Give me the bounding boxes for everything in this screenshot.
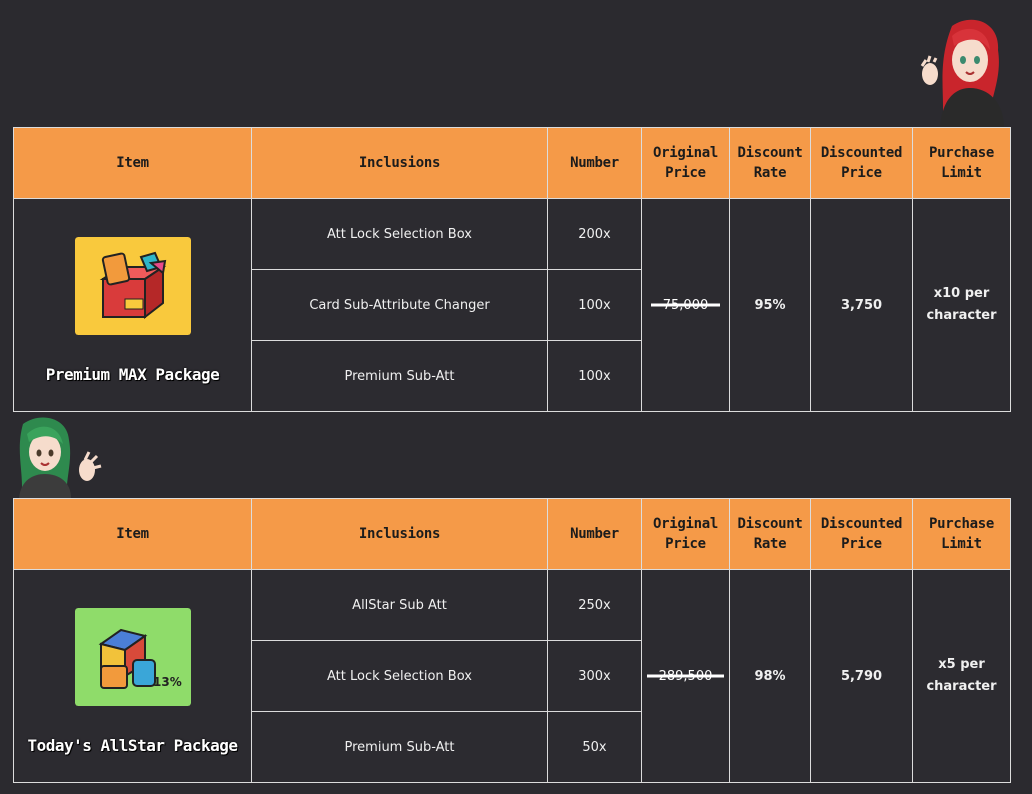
original-price-cell: 75,000 xyxy=(641,198,730,412)
header-original-price: Original Price xyxy=(641,127,730,199)
inclusion-name: Premium Sub-Att xyxy=(251,711,548,783)
allstar-package-table: Item Inclusions Number Original Price Dis… xyxy=(13,498,1011,783)
discount-rate-cell: 98% xyxy=(729,569,811,783)
inclusion-name: Att Lock Selection Box xyxy=(251,198,548,270)
discounted-price-cell: 3,750 xyxy=(810,198,913,412)
header-number: Number xyxy=(547,498,642,570)
original-price-cell: 289,500 xyxy=(641,569,730,783)
inclusion-number: 100x xyxy=(547,340,642,412)
header-number: Number xyxy=(547,127,642,199)
red-hair-mascot-image xyxy=(920,19,1004,128)
table-header-row: Item Inclusions Number Original Price Dis… xyxy=(13,127,1011,199)
inclusion-number: 100x xyxy=(547,269,642,341)
premium-max-package-table: Item Inclusions Number Original Price Dis… xyxy=(13,127,1011,412)
discount-rate-cell: 95% xyxy=(729,198,811,412)
package-name: Premium MAX Package xyxy=(45,364,220,384)
header-inclusions: Inclusions xyxy=(251,127,548,199)
header-discounted-price: Discounted Price xyxy=(810,127,913,199)
inclusion-number: 200x xyxy=(547,198,642,270)
svg-text:13%: 13% xyxy=(153,675,182,689)
header-original-price: Original Price xyxy=(641,498,730,570)
purchase-limit-cell: x5 per character xyxy=(912,569,1011,783)
allstar-package-icon: 13% xyxy=(74,607,191,706)
table-header-row: Item Inclusions Number Original Price Dis… xyxy=(13,498,1011,570)
package-item-cell: Premium MAX Package xyxy=(13,198,252,412)
inclusion-number: 300x xyxy=(547,640,642,712)
package-name: Today's AllStar Package xyxy=(27,735,238,755)
table-row: Premium MAX Package Att Lock Selection B… xyxy=(13,198,1011,412)
inclusion-name: Att Lock Selection Box xyxy=(251,640,548,712)
header-item: Item xyxy=(13,498,252,570)
table-row: 13% Today's AllStar Package AllStar Sub … xyxy=(13,569,1011,783)
inclusion-name: AllStar Sub Att xyxy=(251,569,548,641)
original-price-strikethrough: 289,500 xyxy=(658,668,713,684)
header-inclusions: Inclusions xyxy=(251,498,548,570)
header-discount-rate: Discount Rate xyxy=(729,498,811,570)
max-package-icon xyxy=(74,236,191,335)
inclusion-name: Card Sub-Attribute Changer xyxy=(251,269,548,341)
inclusion-number: 50x xyxy=(547,711,642,783)
discounted-price-cell: 5,790 xyxy=(810,569,913,783)
header-purchase-limit: Purchase Limit xyxy=(912,498,1011,570)
green-hair-mascot-image xyxy=(19,417,102,498)
inclusion-number: 250x xyxy=(547,569,642,641)
original-price-strikethrough: 75,000 xyxy=(662,297,709,313)
inclusion-name: Premium Sub-Att xyxy=(251,340,548,412)
header-discounted-price: Discounted Price xyxy=(810,498,913,570)
header-discount-rate: Discount Rate xyxy=(729,127,811,199)
header-purchase-limit: Purchase Limit xyxy=(912,127,1011,199)
purchase-limit-cell: x10 per character xyxy=(912,198,1011,412)
package-item-cell: 13% Today's AllStar Package xyxy=(13,569,252,783)
header-item: Item xyxy=(13,127,252,199)
